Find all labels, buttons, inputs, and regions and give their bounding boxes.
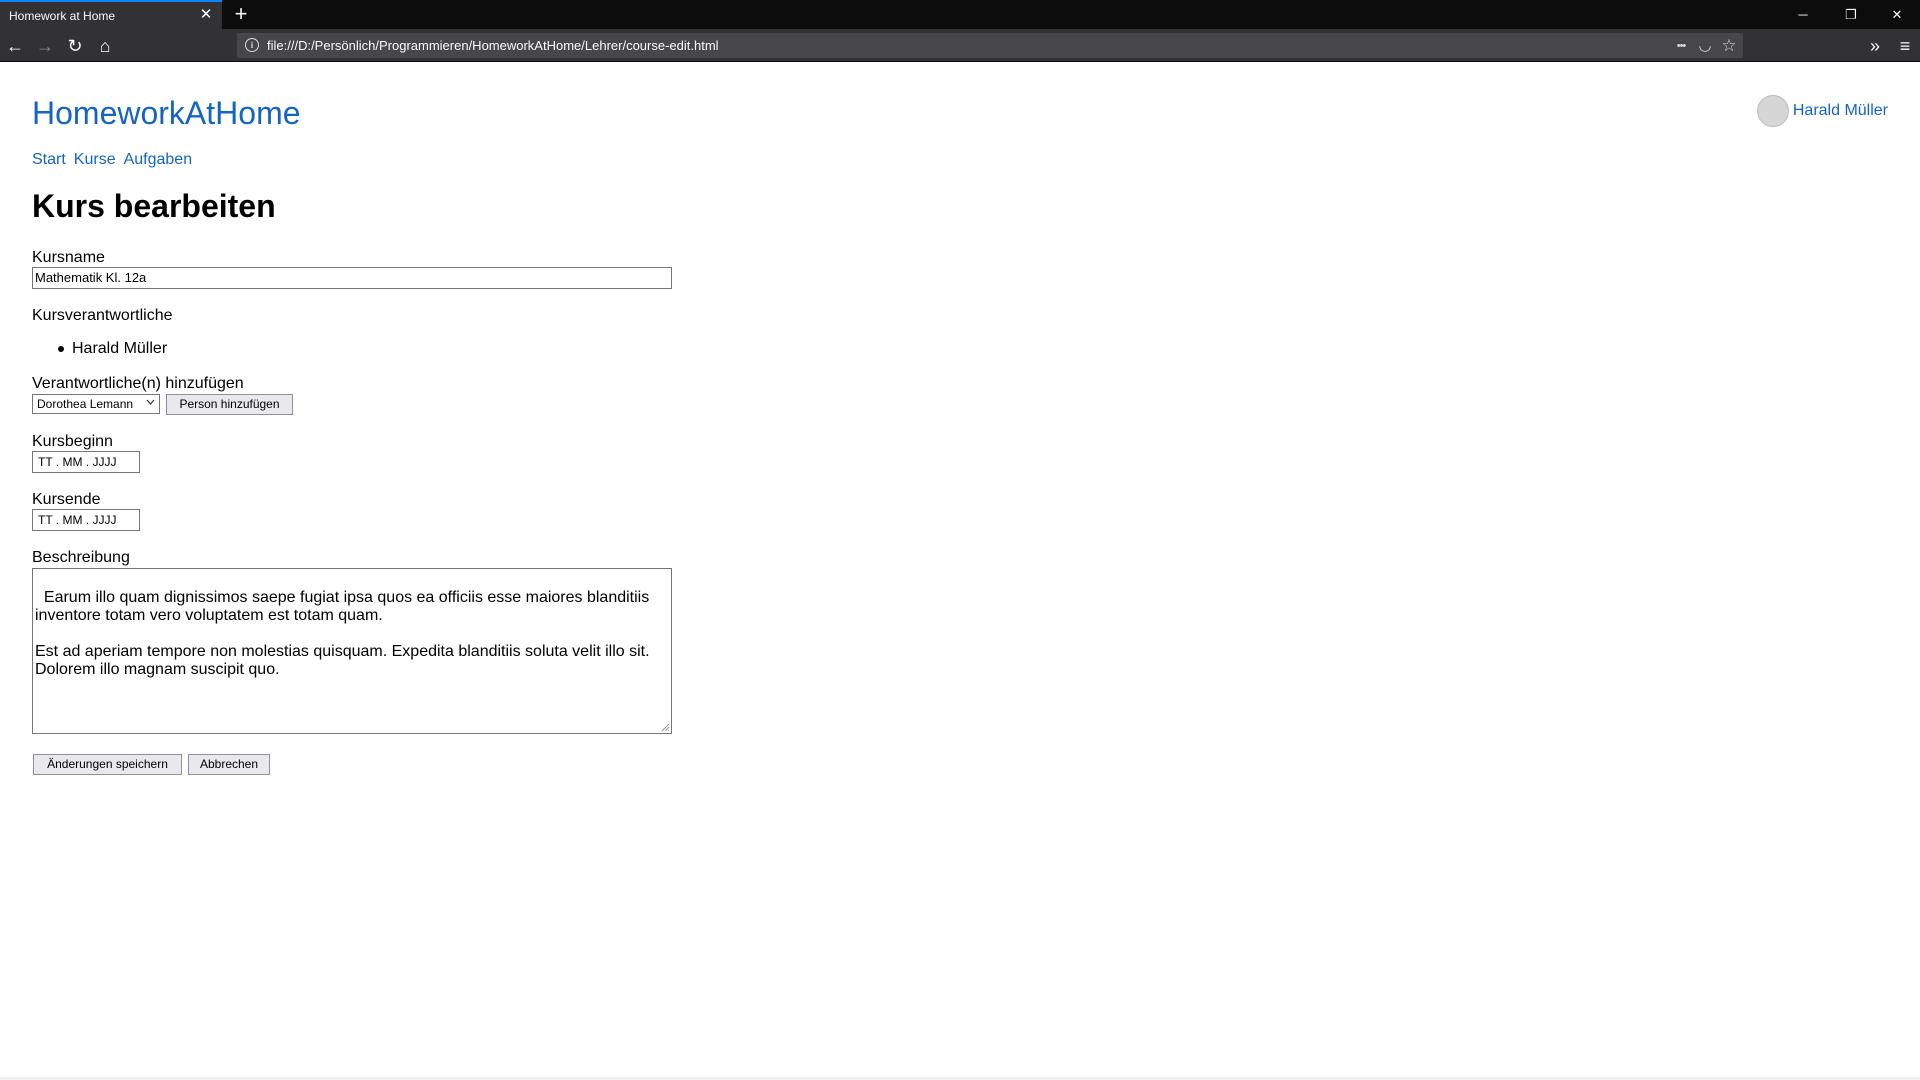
end-date-input[interactable]: TT . MM . JJJJ (32, 509, 140, 531)
window-close-icon[interactable]: ✕ (1874, 0, 1920, 29)
site-title[interactable]: HomeworkAtHome (32, 95, 301, 132)
pocket-icon[interactable]: ◡ (1695, 36, 1715, 56)
user-menu[interactable]: Harald Müller (1756, 95, 1888, 127)
save-button[interactable]: Änderungen speichern (33, 754, 182, 775)
owner-list-item: Harald Müller (72, 340, 168, 357)
url-text[interactable]: file:///D:/Persönlich/Programmieren/Home… (267, 38, 719, 53)
browser-toolbar: ← → ↻ ⌂ i file:///D:/Persönlich/Programm… (0, 29, 1920, 62)
nav-aufgaben[interactable]: Aufgaben (124, 151, 193, 169)
nav-kurse[interactable]: Kurse (74, 151, 116, 169)
forward-icon[interactable]: → (32, 33, 58, 59)
nav-start[interactable]: Start (32, 151, 66, 169)
start-date-label: Kursbeginn (32, 433, 113, 450)
tab-title: Homework at Home (9, 9, 116, 23)
chevron-down-icon (146, 396, 155, 412)
cancel-button[interactable]: Abbrechen (188, 754, 270, 775)
avatar[interactable] (1756, 95, 1789, 127)
owners-label: Kursverantwortliche (32, 307, 173, 324)
description-text: Earum illo quam dignissimos saepe fugiat… (35, 589, 650, 678)
main-nav: Start Kurse Aufgaben (32, 151, 192, 169)
add-owner-selected: Dorothea Lemann (37, 397, 134, 411)
start-date-input[interactable]: TT . MM . JJJJ (32, 451, 140, 473)
page-actions-icon[interactable]: ••• (1671, 36, 1691, 56)
list-bullet (58, 346, 64, 352)
browser-tab-strip: Homework at Home ✕ + ─ ❐ ✕ (0, 0, 1920, 29)
resize-grip-icon[interactable] (660, 722, 670, 732)
bookmark-star-icon[interactable]: ☆ (1719, 36, 1739, 56)
restore-icon[interactable]: ❐ (1828, 0, 1874, 29)
course-name-input[interactable]: Mathematik Kl. 12a (32, 267, 672, 289)
browser-tab[interactable]: Homework at Home ✕ (0, 0, 222, 29)
overflow-icon[interactable]: » (1862, 33, 1888, 59)
add-owner-label: Verantwortliche(n) hinzufügen (32, 375, 244, 392)
end-date-label: Kursende (32, 491, 101, 508)
menu-icon[interactable]: ≡ (1892, 33, 1918, 59)
description-label: Beschreibung (32, 549, 130, 566)
minimize-icon[interactable]: ─ (1780, 0, 1826, 29)
user-name[interactable]: Harald Müller (1793, 102, 1888, 120)
add-owner-select[interactable]: Dorothea Lemann (32, 394, 160, 414)
tab-close-icon[interactable]: ✕ (196, 5, 216, 25)
course-name-label: Kursname (32, 249, 105, 266)
url-bar[interactable]: i file:///D:/Persönlich/Programmieren/Ho… (237, 33, 1743, 58)
home-icon[interactable]: ⌂ (92, 33, 118, 59)
page-title: Kurs bearbeiten (32, 188, 276, 224)
back-icon[interactable]: ← (2, 33, 28, 59)
reload-icon[interactable]: ↻ (62, 33, 88, 59)
description-textarea[interactable]: Earum illo quam dignissimos saepe fugiat… (32, 568, 672, 734)
new-tab-button[interactable]: + (229, 2, 253, 26)
info-icon[interactable]: i (245, 38, 259, 52)
add-person-button[interactable]: Person hinzufügen (166, 394, 293, 415)
